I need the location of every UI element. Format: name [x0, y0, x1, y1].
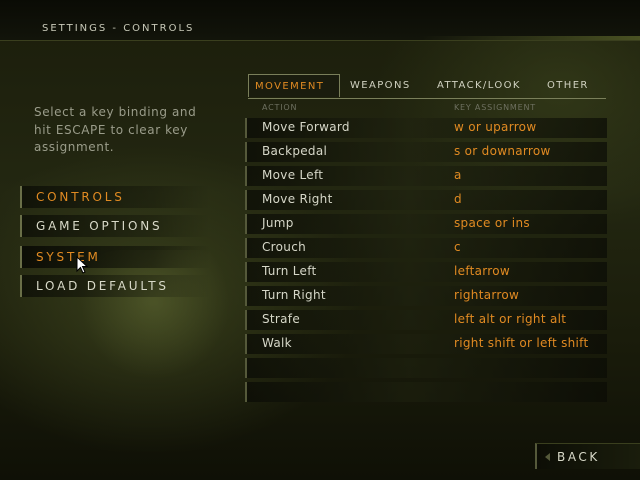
tab-weapons[interactable]: WEAPONS	[350, 74, 411, 97]
back-label: BACK	[557, 450, 600, 464]
binding-action: Jump	[262, 216, 294, 230]
menu-item-load-defaults[interactable]: LOAD DEFAULTS	[20, 275, 210, 297]
binding-row[interactable]: Jump space or ins	[245, 214, 607, 234]
binding-key: leftarrow	[454, 264, 511, 278]
tab-attack-look[interactable]: ATTACK/LOOK	[437, 74, 521, 97]
instructions-text: Select a key binding and hit ESCAPE to c…	[34, 105, 197, 154]
mouse-cursor-icon	[76, 256, 89, 274]
menu-item-game-options[interactable]: GAME OPTIONS	[20, 215, 210, 237]
binding-row[interactable]: Turn Right rightarrow	[245, 286, 607, 306]
binding-action: Turn Right	[262, 288, 326, 302]
binding-row[interactable]: Move Forward w or uparrow	[245, 118, 607, 138]
menu-item-controls[interactable]: CONTROLS	[20, 186, 210, 208]
binding-row[interactable]: Move Left a	[245, 166, 607, 186]
binding-key: c	[454, 240, 461, 254]
binding-row[interactable]: Backpedal s or downarrow	[245, 142, 607, 162]
binding-key: d	[454, 192, 462, 206]
binding-row[interactable]: Move Right d	[245, 190, 607, 210]
binding-key: rightarrow	[454, 288, 520, 302]
menu-item-system[interactable]: SYSTEM	[20, 246, 210, 268]
back-chevron-icon	[545, 453, 550, 461]
binding-key: w or uparrow	[454, 120, 537, 134]
page-title: SETTINGS - CONTROLS	[42, 23, 195, 34]
binding-row-empty[interactable]	[245, 358, 607, 378]
top-bar: SETTINGS - CONTROLS	[0, 0, 640, 41]
binding-row[interactable]: Walk right shift or left shift	[245, 334, 607, 354]
binding-key: right shift or left shift	[454, 336, 589, 350]
binding-action: Move Left	[262, 168, 324, 182]
tab-bar: MOVEMENT WEAPONS ATTACK/LOOK OTHER	[248, 74, 606, 99]
binding-action: Walk	[262, 336, 292, 350]
binding-key: left alt or right alt	[454, 312, 567, 326]
binding-row[interactable]: Strafe left alt or right alt	[245, 310, 607, 330]
binding-action: Turn Left	[262, 264, 317, 278]
binding-action: Crouch	[262, 240, 306, 254]
binding-action: Move Forward	[262, 120, 350, 134]
binding-key: space or ins	[454, 216, 530, 230]
back-button[interactable]: BACK	[535, 443, 640, 469]
column-header-action: ACTION	[262, 103, 298, 112]
column-header-key: KEY ASSIGNMENT	[454, 103, 536, 112]
top-bar-accent	[420, 36, 640, 40]
binding-row-empty[interactable]	[245, 382, 607, 402]
binding-action: Strafe	[262, 312, 301, 326]
binding-action: Backpedal	[262, 144, 328, 158]
background-object	[80, 250, 230, 380]
tab-movement[interactable]: MOVEMENT	[248, 74, 340, 97]
binding-row[interactable]: Crouch c	[245, 238, 607, 258]
binding-row[interactable]: Turn Left leftarrow	[245, 262, 607, 282]
binding-action: Move Right	[262, 192, 333, 206]
binding-key: s or downarrow	[454, 144, 551, 158]
tab-other[interactable]: OTHER	[547, 74, 589, 97]
binding-key: a	[454, 168, 462, 182]
